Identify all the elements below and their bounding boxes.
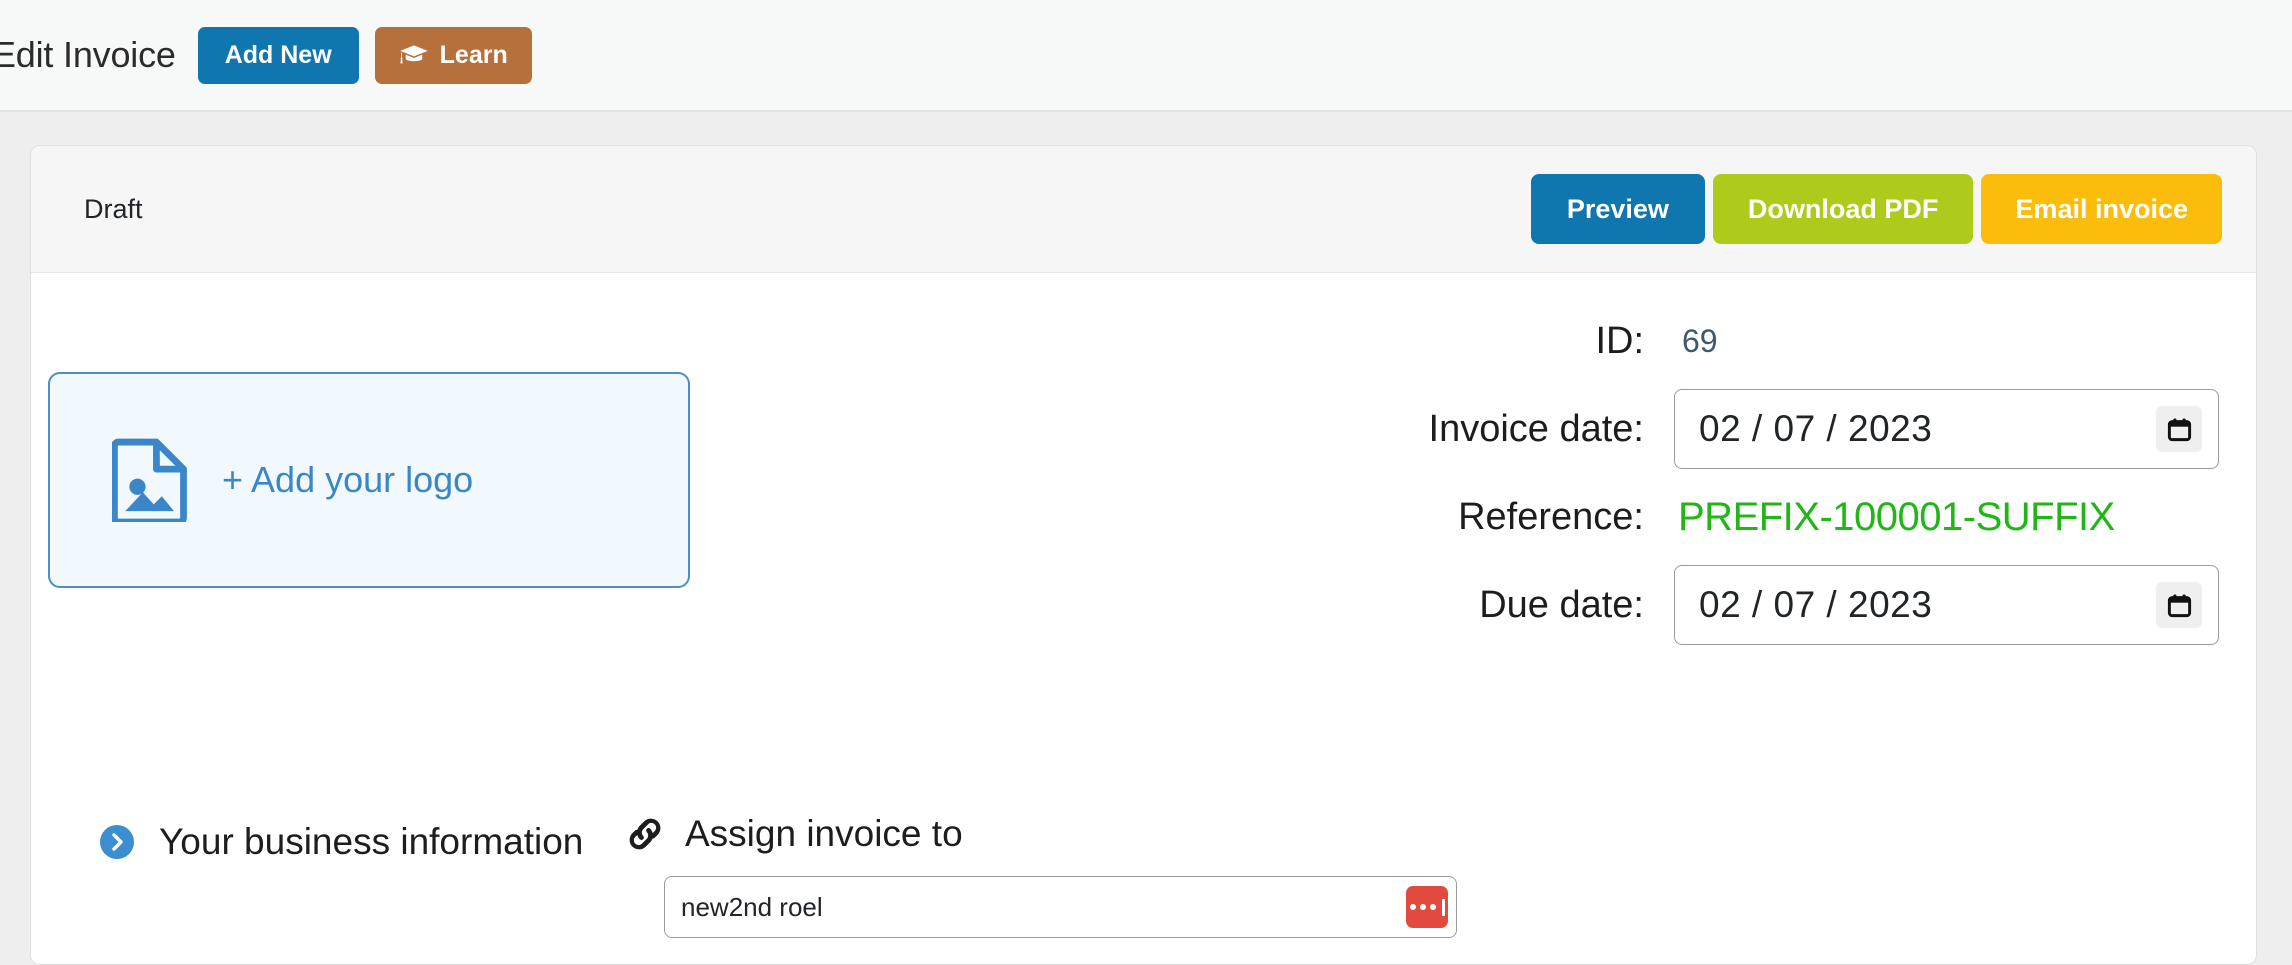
invoice-date-input[interactable]: 02 / 07 / 2023 xyxy=(1674,389,2219,469)
preview-button[interactable]: Preview xyxy=(1530,174,1705,244)
learn-label: Learn xyxy=(439,40,508,69)
learn-button[interactable]: Learn xyxy=(374,26,532,84)
download-pdf-label: Download PDF xyxy=(1747,193,1939,224)
assign-invoice-input[interactable]: new2nd roel xyxy=(664,876,1457,938)
calendar-icon[interactable] xyxy=(2156,406,2202,452)
lastpass-caret xyxy=(1441,898,1445,916)
add-logo-label: + Add your logo xyxy=(222,459,474,500)
invoice-date-label: Invoice date: xyxy=(1428,407,1644,450)
lastpass-dot xyxy=(1419,904,1426,910)
business-information-label: Your business information xyxy=(159,821,584,862)
lastpass-dot xyxy=(1429,904,1436,910)
invoice-actions: Preview Download PDF Email invoice xyxy=(1530,174,2222,244)
invoice-id-label: ID: xyxy=(1595,319,1644,362)
email-invoice-button[interactable]: Email invoice xyxy=(1981,174,2222,244)
invoice-reference-row: Reference: PREFIX-100001-SUFFIX xyxy=(1062,477,2222,557)
link-icon xyxy=(626,815,664,853)
invoice-id-value: 69 xyxy=(1682,322,1718,359)
invoice-card: Draft Preview Download PDF Email invoice xyxy=(30,145,2257,965)
image-file-icon xyxy=(111,438,190,526)
page-title: Edit Invoice xyxy=(0,34,176,75)
calendar-icon[interactable] xyxy=(2156,582,2202,628)
invoice-id-row: ID: 69 xyxy=(1062,301,2222,381)
add-new-label: Add New xyxy=(224,40,332,69)
invoice-reference-value: PREFIX-100001-SUFFIX xyxy=(1678,494,2115,539)
invoice-due-date-label: Due date: xyxy=(1479,583,1644,626)
invoice-due-date-row: Due date: 02 / 07 / 2023 xyxy=(1062,557,2222,653)
add-new-button[interactable]: Add New xyxy=(197,26,359,84)
assign-invoice-label: Assign invoice to xyxy=(685,813,963,854)
invoice-date-value: 02 / 07 / 2023 xyxy=(1699,408,1933,449)
download-pdf-button[interactable]: Download PDF xyxy=(1712,174,1974,244)
business-information-section[interactable]: Your business information xyxy=(99,821,583,863)
invoice-due-date-input[interactable]: 02 / 07 / 2023 xyxy=(1674,565,2219,645)
lastpass-dot xyxy=(1409,904,1416,910)
assign-invoice-section: Assign invoice to new2nd roel xyxy=(626,813,1457,938)
circle-chevron-right-icon xyxy=(99,824,135,860)
invoice-card-header: Draft Preview Download PDF Email invoice xyxy=(31,146,2256,273)
preview-label: Preview xyxy=(1566,193,1669,224)
invoice-reference-label: Reference: xyxy=(1458,495,1644,538)
add-logo-dropzone[interactable]: + Add your logo xyxy=(48,372,690,588)
assign-invoice-value: new2nd roel xyxy=(681,891,823,922)
invoice-due-date-value: 02 / 07 / 2023 xyxy=(1699,584,1933,625)
invoice-date-row: Invoice date: 02 / 07 / 2023 xyxy=(1062,381,2222,477)
assign-invoice-header: Assign invoice to xyxy=(626,813,1456,855)
app-header: Edit Invoice Add New Learn xyxy=(0,0,2292,112)
invoice-meta-fields: ID: 69 Invoice date: 02 / 07 / 2023 Refe… xyxy=(1062,301,2222,653)
graduation-cap-icon xyxy=(399,44,429,66)
email-invoice-label: Email invoice xyxy=(2015,193,2188,224)
status-badge: Draft xyxy=(84,193,143,224)
lastpass-icon[interactable] xyxy=(1406,886,1448,928)
invoice-card-body: + Add your logo ID: 69 Invoice date: 02 … xyxy=(31,273,2256,964)
